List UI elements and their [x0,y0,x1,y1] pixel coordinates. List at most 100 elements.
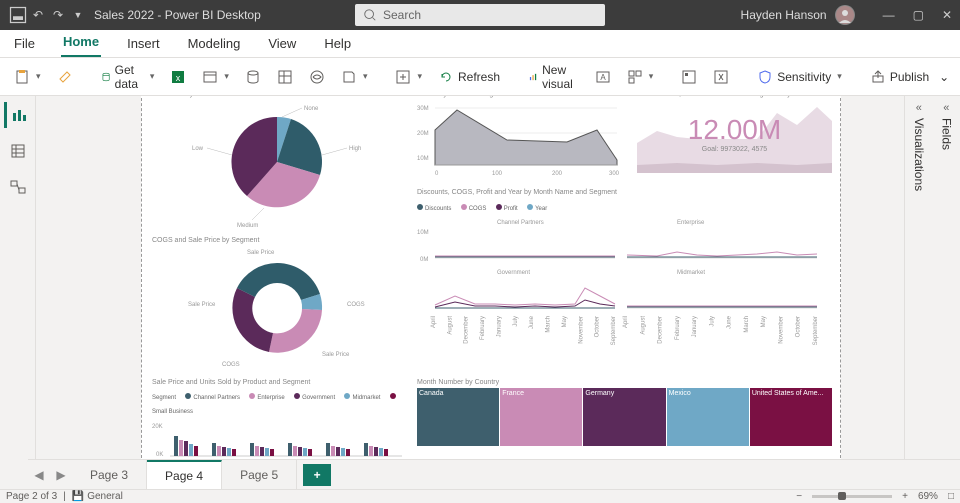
transform-button[interactable]: ▾ [389,65,428,89]
get-data-button[interactable]: Get data▾ [95,59,161,95]
svg-text:October: October [595,316,601,337]
svg-text:Sale Price: Sale Price [322,352,350,358]
zoom-in-button[interactable]: + [902,491,908,502]
report-canvas[interactable]: Sale Price by Discount Band None High Me… [36,96,904,473]
svg-text:June: June [529,315,535,329]
kpi-visual[interactable]: Sales, COGS and Manufacturing Price by D… [637,96,832,181]
search-input[interactable]: Search [355,4,605,26]
dataverse-button[interactable] [303,65,331,89]
bar-visual[interactable]: Sale Price and Units Sold by Product and… [152,379,407,459]
sensitivity-button[interactable]: Sensitivity▾ [751,65,848,89]
area-visual[interactable]: COGS by Manufacturing Price 30M 20M 10M … [417,96,627,181]
svg-text:February: February [675,316,681,340]
treemap-visual[interactable]: Month Number by Country Canada France Ge… [417,379,832,459]
tab-page4[interactable]: Page 4 [147,460,222,490]
svg-text:200: 200 [552,171,563,177]
autosave-icon[interactable] [8,5,28,25]
svg-text:Sale Price: Sale Price [188,302,216,308]
more-visuals-button[interactable]: ▾ [621,65,660,89]
svg-text:Government: Government [497,270,530,276]
new-measure-button[interactable] [675,65,703,89]
zoom-slider[interactable] [812,495,892,498]
app-title: Sales 2022 - Power BI Desktop [94,8,261,22]
menu-insert[interactable]: Insert [125,30,162,57]
svg-text:20K: 20K [152,424,163,430]
storage-label: General [87,491,123,502]
format-painter-button[interactable] [51,65,79,89]
zoom-out-button[interactable]: − [796,491,802,502]
svg-text:November: November [578,316,584,344]
treemap-tile-germany: Germany [583,388,665,446]
svg-text:August: August [640,316,646,335]
svg-text:0M: 0M [420,257,428,263]
minimize-button[interactable]: — [883,8,895,22]
report-view-button[interactable] [4,102,32,128]
svg-text:High: High [349,146,361,152]
svg-text:December: December [464,316,470,344]
tab-next-button[interactable]: ▶ [50,468,72,482]
titlebar-caret-icon[interactable]: ▼ [68,10,88,20]
svg-text:April: April [431,316,437,328]
data-view-button[interactable] [4,138,32,164]
pie-visual[interactable]: Sale Price by Discount Band None High Me… [152,96,402,231]
svg-text:May: May [562,316,568,327]
storage-icon: 💾 [72,491,84,502]
fit-page-button[interactable]: □ [948,491,954,502]
svg-text:June: June [727,315,733,329]
close-button[interactable]: ✕ [942,8,952,22]
svg-text:January: January [496,316,502,337]
svg-text:0K: 0K [156,452,163,458]
excel-button[interactable]: x [164,65,192,89]
menu-view[interactable]: View [266,30,298,57]
data-hub-button[interactable]: ▾ [196,65,235,89]
tab-page3[interactable]: Page 3 [72,460,147,490]
tab-prev-button[interactable]: ◀ [28,468,50,482]
enter-data-button[interactable] [271,65,299,89]
svg-text:September: September [813,316,819,345]
refresh-button[interactable]: Refresh [432,65,506,89]
text-box-button[interactable]: A [589,65,617,89]
redo-icon[interactable]: ↷ [48,8,68,22]
svg-text:COGS: COGS [222,362,240,368]
quick-measure-button[interactable] [707,65,735,89]
maximize-button[interactable]: ▢ [913,8,924,22]
svg-text:Sale Price: Sale Price [247,250,275,256]
kpi-goal: Goal: 9973022, 4575 [637,146,832,153]
new-visual-button[interactable]: New visual [522,59,585,95]
zoom-value: 69% [918,491,938,502]
treemap-tile-france: France [500,388,582,446]
menu-file[interactable]: File [12,30,37,57]
svg-text:January: January [692,316,698,337]
menu-modeling[interactable]: Modeling [186,30,243,57]
chart-title: Month Number by Country [417,379,832,386]
kpi-value: 12.00M [637,114,832,146]
svg-text:A: A [600,73,606,82]
svg-text:March: March [546,316,552,333]
menu-home[interactable]: Home [61,28,101,57]
recent-button[interactable]: ▾ [335,65,374,89]
menu-help[interactable]: Help [322,30,353,57]
chevron-left-icon: « [916,102,922,114]
add-page-button[interactable]: + [303,464,331,486]
fields-pane[interactable]: « Fields [933,96,960,473]
ribbon-collapse-icon[interactable]: ⌄ [939,70,955,84]
svg-text:October: October [796,316,802,337]
svg-text:10M: 10M [417,230,429,236]
model-view-button[interactable] [4,174,32,200]
svg-text:None: None [304,106,319,112]
multi-chart: Channel Partners Enterprise Government M… [417,216,832,374]
publish-button[interactable]: Publish [864,65,935,89]
tab-page5[interactable]: Page 5 [222,460,297,490]
svg-text:August: August [447,316,453,335]
user-area[interactable]: Hayden Hanson — ▢ ✕ [741,5,952,25]
donut-visual[interactable]: COGS and Sale Price by Segment Sale Pric… [152,237,402,377]
svg-text:300: 300 [609,171,620,177]
multi-visual[interactable]: Discounts, COGS, Profit and Year by Mont… [417,189,832,374]
bar-legend: Segment Channel Partners Enterprise Gove… [152,388,407,416]
visualizations-pane[interactable]: « Visualizations [905,96,933,473]
avatar [835,5,855,25]
undo-icon[interactable]: ↶ [28,8,48,22]
paste-button[interactable]: ▾ [8,65,47,89]
sql-button[interactable] [239,65,267,89]
treemap-tile-us: United States of Ame... [750,388,832,446]
